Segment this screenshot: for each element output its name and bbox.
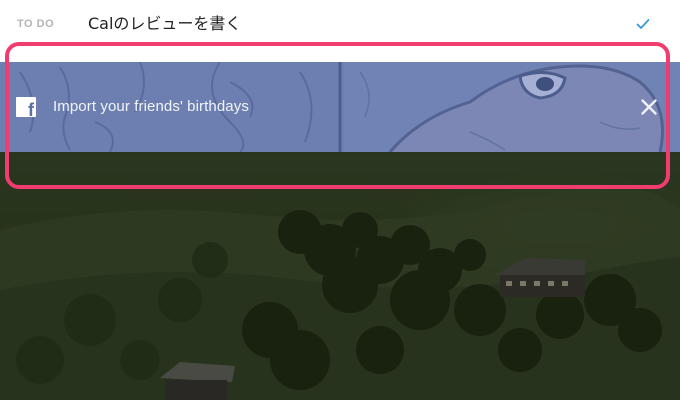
facebook-icon: f: [16, 97, 36, 119]
dismiss-banner-button[interactable]: [636, 94, 662, 120]
todo-text-input[interactable]: [88, 8, 618, 36]
todo-label: TO DO: [17, 18, 55, 30]
import-birthdays-link[interactable]: Import your friends' birthdays: [53, 98, 249, 115]
todo-header: TO DO: [0, 0, 680, 62]
app-root: TO DO Calのレビューを書く f Import your friends'…: [0, 0, 680, 400]
checkmark-icon: [636, 19, 650, 29]
close-icon: [641, 99, 657, 115]
confirm-todo-button[interactable]: [630, 12, 656, 36]
